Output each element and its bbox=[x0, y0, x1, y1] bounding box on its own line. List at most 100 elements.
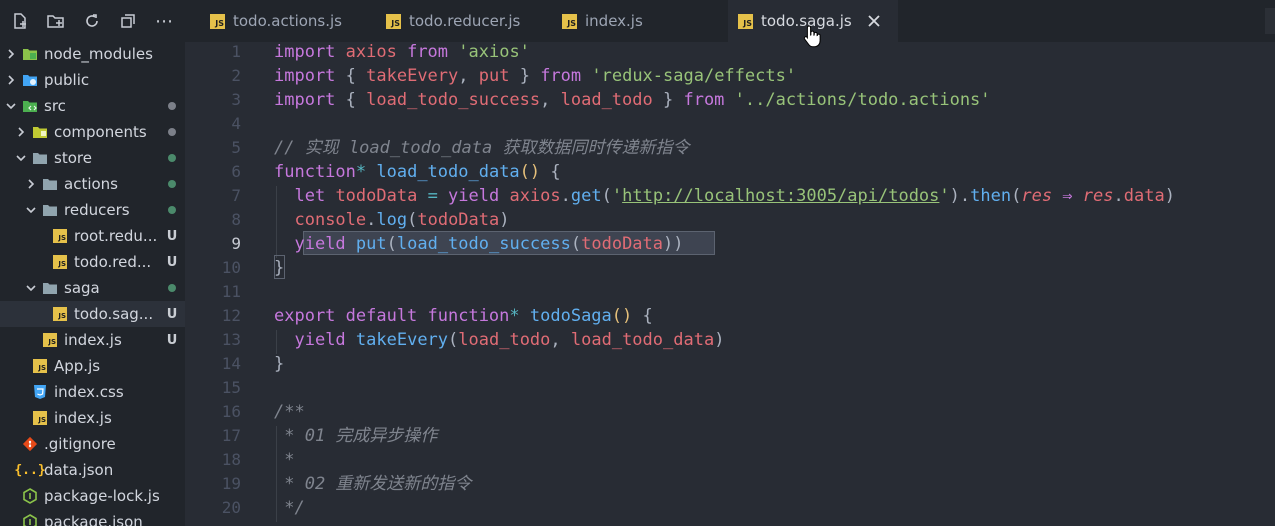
code-token: load_todo_success bbox=[366, 90, 541, 110]
line-number: 20 bbox=[221, 498, 241, 517]
code-token: load_todo_success bbox=[396, 234, 571, 254]
code-token: { bbox=[345, 66, 367, 86]
code-token: 'redux-saga/effects' bbox=[591, 66, 797, 86]
code-token: ( bbox=[601, 186, 612, 206]
code-token: axios bbox=[345, 42, 408, 62]
refresh-icon[interactable] bbox=[82, 11, 102, 31]
git-untracked-badge: U bbox=[166, 228, 178, 244]
line-number: 18 bbox=[221, 450, 241, 469]
code-line[interactable]: let todoData = yield axios.get('http://l… bbox=[274, 184, 1174, 208]
close-icon[interactable] bbox=[866, 13, 882, 29]
new-file-icon[interactable] bbox=[10, 11, 30, 31]
code-token: yield bbox=[294, 330, 356, 350]
explorer-item-todo-sag[interactable]: JS todo.sag... U bbox=[0, 301, 185, 327]
explorer-item-src[interactable]: src bbox=[0, 93, 185, 119]
code-line[interactable]: yield takeEvery(load_todo, load_todo_dat… bbox=[274, 328, 724, 352]
code-line[interactable]: /** bbox=[274, 400, 305, 424]
code-token: ' bbox=[611, 186, 623, 206]
code-token: } bbox=[519, 66, 541, 86]
code-token: load_todo_data bbox=[570, 330, 715, 350]
line-number: 11 bbox=[221, 282, 241, 301]
chevron-down-icon[interactable] bbox=[24, 281, 38, 295]
code-token: import bbox=[274, 90, 346, 110]
chevron-right-icon[interactable] bbox=[24, 177, 38, 191]
code-line[interactable]: } bbox=[274, 256, 284, 280]
tabs-scroll-edge bbox=[1265, 8, 1275, 34]
code-token: ( bbox=[570, 234, 582, 254]
code-line[interactable]: // 实现 load_todo_data 获取数据同时传递新指令 bbox=[274, 136, 689, 160]
code-line[interactable]: * 02 重新发送新的指令 bbox=[274, 472, 471, 496]
explorer-item-package-json[interactable]: package.json bbox=[0, 509, 185, 526]
code-editor[interactable]: 1 2 3 4 5 6 7 8 9 10 11 12 13 14 15 16 17 18 19 20 import ax… bbox=[185, 42, 1275, 526]
explorer-item-actions[interactable]: actions bbox=[0, 171, 185, 197]
explorer-item-reducers[interactable]: reducers bbox=[0, 197, 185, 223]
code-token: data bbox=[1123, 186, 1165, 206]
explorer-toolbar: ⋯ bbox=[0, 0, 200, 42]
chevron-down-icon[interactable] bbox=[4, 99, 18, 113]
new-folder-icon[interactable] bbox=[46, 11, 66, 31]
line-number: 14 bbox=[221, 354, 241, 373]
editor-tabs: JS todo.actions.js JS todo.reducer.js JS inde… bbox=[200, 0, 1275, 42]
code-line[interactable]: function* load_todo_data() { bbox=[274, 160, 561, 184]
explorer-item-data-json[interactable]: {..} data.json bbox=[0, 457, 185, 483]
code-line[interactable]: yield put(load_todo_success(todoData)) bbox=[274, 232, 683, 256]
explorer-item-saga[interactable]: saga bbox=[0, 275, 185, 301]
more-icon[interactable]: ⋯ bbox=[154, 11, 174, 32]
code-token: ) bbox=[714, 330, 725, 350]
explorer-item-gitignore[interactable]: .gitignore bbox=[0, 431, 185, 457]
js-file-icon: JS bbox=[32, 358, 48, 374]
chevron-down-icon[interactable] bbox=[14, 151, 28, 165]
components-folder-icon bbox=[32, 124, 48, 140]
explorer-item-index-js[interactable]: JS index.js bbox=[0, 405, 185, 431]
code-line[interactable]: console.log(todoData) bbox=[274, 208, 509, 232]
code-line[interactable]: */ bbox=[274, 496, 304, 520]
explorer-item-root-redu[interactable]: JS root.redu... U bbox=[0, 223, 185, 249]
code-token: yield bbox=[448, 186, 510, 206]
code-token: * bbox=[274, 450, 295, 470]
code-line[interactable]: import axios from 'axios' bbox=[274, 42, 530, 64]
code-line[interactable]: export default function* todoSaga() { bbox=[274, 304, 653, 328]
explorer-item-label: data.json bbox=[44, 461, 114, 479]
tab-todo-reducer-js[interactable]: JS todo.reducer.js bbox=[376, 0, 552, 42]
code-line[interactable]: } bbox=[274, 352, 284, 376]
explorer-item-package-lock-json[interactable]: package-lock.json bbox=[0, 483, 185, 509]
chevron-down-icon[interactable] bbox=[24, 203, 38, 217]
git-untracked-badge: U bbox=[166, 254, 178, 270]
chevron-right-icon[interactable] bbox=[4, 47, 18, 61]
explorer-item-app-js[interactable]: JS App.js bbox=[0, 353, 185, 379]
explorer-item-components[interactable]: components bbox=[0, 119, 185, 145]
collapse-icon[interactable] bbox=[118, 11, 138, 31]
code-line[interactable]: import { takeEvery, put } from 'redux-sa… bbox=[274, 64, 796, 88]
code-line[interactable]: * bbox=[274, 448, 294, 472]
explorer-item-label: components bbox=[54, 123, 147, 141]
line-number: 9 bbox=[231, 234, 241, 253]
explorer-item-label: .gitignore bbox=[44, 435, 116, 453]
code-line[interactable]: * 01 完成异步操作 bbox=[274, 424, 437, 448]
js-file-icon: JS bbox=[52, 306, 68, 322]
public-folder-icon bbox=[22, 72, 38, 88]
code-token: todoData bbox=[335, 186, 428, 206]
explorer-item-todo-red[interactable]: JS todo.red... U bbox=[0, 249, 185, 275]
explorer-item-public[interactable]: public bbox=[0, 67, 185, 93]
tab-todo-actions-js[interactable]: JS todo.actions.js bbox=[200, 0, 376, 42]
line-number: 16 bbox=[221, 402, 241, 421]
chevron-right-icon[interactable] bbox=[4, 73, 18, 87]
line-number: 12 bbox=[221, 306, 241, 325]
explorer-item-node-modules[interactable]: node_modules bbox=[0, 42, 185, 67]
explorer-item-index-css[interactable]: index.css bbox=[0, 379, 185, 405]
code-token: todoData bbox=[417, 210, 500, 230]
code-token: http://localhost:3005/api/todos bbox=[622, 186, 940, 206]
tab-index-js[interactable]: JS index.js bbox=[552, 0, 728, 42]
code-line[interactable]: import { load_todo_success, load_todo } … bbox=[274, 88, 991, 112]
explorer-item-label: index.js bbox=[54, 409, 112, 427]
chevron-right-icon[interactable] bbox=[14, 125, 28, 139]
folder-icon bbox=[32, 150, 48, 166]
explorer-item-store[interactable]: store bbox=[0, 145, 185, 171]
json-file-icon: {..} bbox=[14, 462, 46, 478]
explorer-item-index-js[interactable]: JS index.js U bbox=[0, 327, 185, 353]
